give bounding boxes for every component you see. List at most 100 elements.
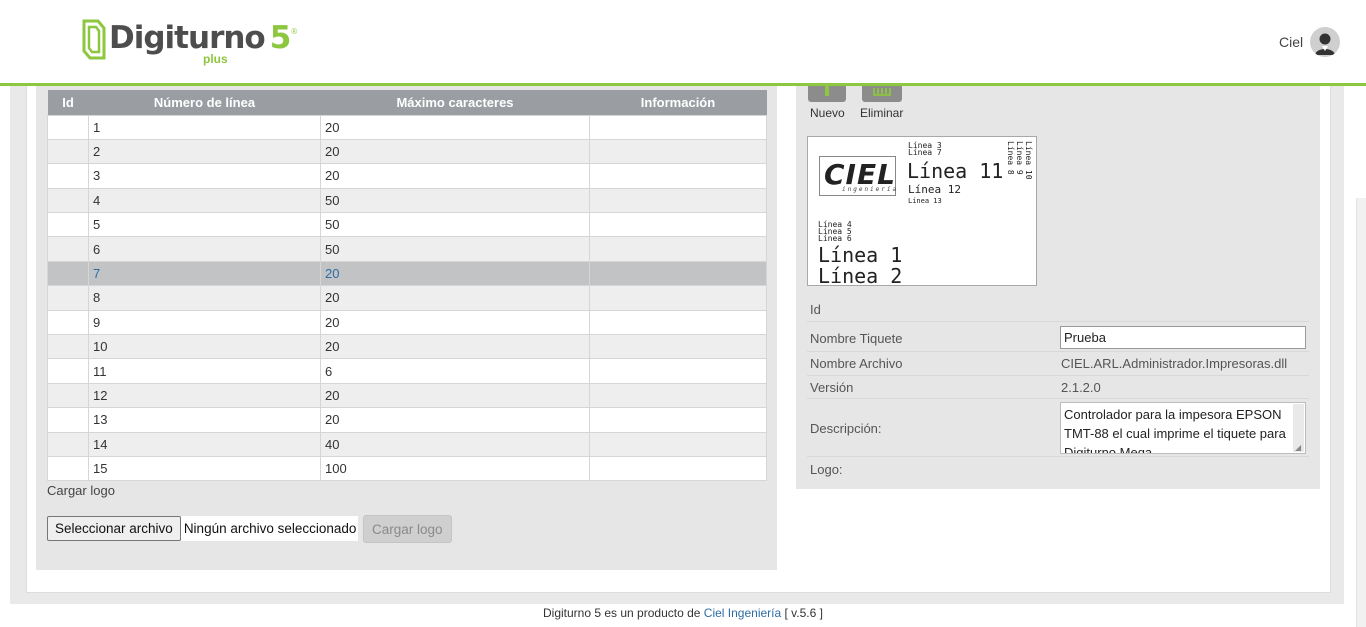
preview-line-13: Línea 13 bbox=[908, 197, 942, 205]
cell-maximo: 20 bbox=[320, 260, 590, 287]
lines-table-header: Id Número de línea Máximo caracteres Inf… bbox=[47, 90, 767, 115]
preview-line-7: Línea 7 bbox=[908, 148, 942, 157]
page-scrollbar[interactable] bbox=[1356, 198, 1366, 627]
cell-informacion bbox=[589, 212, 767, 238]
table-row[interactable]: 6 50 bbox=[47, 236, 767, 262]
cell-numero: 8 bbox=[88, 285, 321, 311]
table-row[interactable]: 8 20 bbox=[47, 285, 767, 311]
cell-maximo: 20 bbox=[320, 285, 590, 311]
brand-name: Digiturno bbox=[109, 20, 266, 56]
cell-numero: 5 bbox=[88, 212, 321, 238]
table-row[interactable]: 4 50 bbox=[47, 187, 767, 214]
cell-informacion bbox=[589, 382, 767, 409]
table-row-selected[interactable]: 7 20 bbox=[47, 260, 767, 287]
cell-informacion bbox=[589, 455, 767, 482]
cell-maximo: 50 bbox=[320, 212, 590, 238]
logo-label: Logo: bbox=[810, 462, 843, 477]
cell-maximo: 6 bbox=[320, 358, 590, 384]
cell-numero: 3 bbox=[88, 163, 321, 189]
new-button-label[interactable]: Nuevo bbox=[810, 106, 845, 120]
table-row[interactable]: 10 20 bbox=[47, 334, 767, 360]
cell-numero: 10 bbox=[88, 334, 321, 360]
plus-icon bbox=[825, 86, 829, 96]
cell-id bbox=[47, 358, 89, 384]
cell-maximo: 20 bbox=[320, 334, 590, 360]
upload-logo-button[interactable]: Cargar logo bbox=[363, 515, 452, 543]
preview-line-12: Línea 12 bbox=[908, 183, 961, 196]
table-row[interactable]: 13 20 bbox=[47, 407, 767, 433]
ticket-name-input[interactable] bbox=[1060, 326, 1306, 349]
table-row[interactable]: 2 20 bbox=[47, 138, 767, 165]
id-label: Id bbox=[810, 302, 821, 317]
cell-maximo: 20 bbox=[320, 138, 590, 165]
cell-numero: 11 bbox=[88, 358, 321, 384]
user-avatar-icon[interactable] bbox=[1310, 27, 1340, 57]
trash-icon bbox=[873, 88, 891, 96]
column-header-informacion[interactable]: Información bbox=[589, 90, 767, 115]
property-row-nombre-archivo: Nombre Archivo CIEL.ARL.Administrador.Im… bbox=[807, 352, 1309, 376]
column-header-numero[interactable]: Número de línea bbox=[88, 90, 321, 115]
logo-file-input[interactable]: Seleccionar archivo Ningún archivo selec… bbox=[47, 516, 359, 541]
cell-id bbox=[47, 455, 89, 482]
cell-id bbox=[47, 382, 89, 409]
delete-button-label[interactable]: Eliminar bbox=[860, 106, 903, 120]
cell-id bbox=[47, 212, 89, 238]
table-row[interactable]: 5 50 bbox=[47, 212, 767, 238]
cell-maximo: 20 bbox=[320, 382, 590, 409]
lines-table: Id Número de línea Máximo caracteres Inf… bbox=[47, 90, 767, 482]
cell-id bbox=[47, 407, 89, 433]
table-row[interactable]: 15 100 bbox=[47, 455, 767, 482]
cell-informacion bbox=[589, 309, 767, 336]
resize-grip-icon[interactable]: ◢ bbox=[1295, 443, 1304, 452]
cell-informacion bbox=[589, 260, 767, 287]
column-header-id[interactable]: Id bbox=[47, 90, 89, 115]
preview-vertical-lines: Línea 8 Línea 9 Línea 10 bbox=[1006, 141, 1033, 180]
cell-numero: 6 bbox=[88, 236, 321, 262]
ciel-logo-preview: CIEL ingeniería bbox=[819, 156, 896, 196]
column-header-maximo[interactable]: Máximo caracteres bbox=[320, 90, 590, 115]
brand-version: 5 bbox=[269, 20, 292, 56]
cell-informacion bbox=[589, 358, 767, 384]
file-name-label: Nombre Archivo bbox=[810, 356, 903, 371]
app-header: Digiturno 5 ® plus Ciel bbox=[0, 0, 1366, 86]
brand-registered: ® bbox=[291, 27, 298, 36]
cell-informacion bbox=[589, 114, 767, 140]
preview-line-9: Línea 9 bbox=[1015, 141, 1024, 175]
cell-id bbox=[47, 309, 89, 336]
property-row-id: Id bbox=[807, 297, 1309, 322]
table-row[interactable]: 11 6 bbox=[47, 358, 767, 384]
digiturno-logo-icon bbox=[82, 18, 106, 62]
delete-ticket-button[interactable] bbox=[862, 86, 902, 102]
select-file-button[interactable]: Seleccionar archivo bbox=[47, 516, 181, 541]
preview-line-6: Línea 6 bbox=[818, 234, 852, 243]
preview-line-2: Línea 2 bbox=[818, 264, 903, 286]
user-name[interactable]: Ciel bbox=[1279, 34, 1303, 50]
cell-numero: 14 bbox=[88, 431, 321, 457]
preview-line-11: Línea 11 bbox=[907, 159, 1004, 183]
cell-numero: 12 bbox=[88, 382, 321, 409]
table-row[interactable]: 9 20 bbox=[47, 309, 767, 336]
table-row[interactable]: 3 20 bbox=[47, 163, 767, 189]
footer-version: [ v.5.6 ] bbox=[784, 606, 823, 620]
description-textarea[interactable]: Controlador para la impesora EPSON TMT-8… bbox=[1060, 402, 1306, 454]
ticket-name-label: Nombre Tiquete bbox=[810, 331, 903, 346]
file-status-text: Ningún archivo seleccionado bbox=[180, 516, 359, 541]
table-row[interactable]: 14 40 bbox=[47, 431, 767, 457]
cell-id bbox=[47, 163, 89, 189]
description-label: Descripción: bbox=[810, 421, 882, 436]
footer-company-link[interactable]: Ciel Ingeniería bbox=[704, 606, 781, 620]
cell-maximo: 50 bbox=[320, 187, 590, 214]
lines-panel: Id Número de línea Máximo caracteres Inf… bbox=[36, 86, 777, 570]
cell-numero: 2 bbox=[88, 138, 321, 165]
cell-numero: 4 bbox=[88, 187, 321, 214]
ticket-preview-image: CIEL ingeniería Línea 3 Línea 7 Línea 11… bbox=[807, 136, 1037, 286]
table-row[interactable]: 12 20 bbox=[47, 382, 767, 409]
cell-numero: 13 bbox=[88, 407, 321, 433]
ticket-details-panel: Nuevo Eliminar CIEL ingeniería Línea 3 L… bbox=[796, 86, 1320, 489]
digiturno-logo[interactable]: Digiturno 5 ® plus bbox=[82, 18, 297, 66]
table-row[interactable]: 1 20 bbox=[47, 114, 767, 140]
new-ticket-button[interactable] bbox=[808, 86, 846, 102]
cell-id bbox=[47, 187, 89, 214]
cell-numero: 1 bbox=[88, 114, 321, 140]
property-row-nombre-tiquete: Nombre Tiquete bbox=[807, 322, 1309, 352]
